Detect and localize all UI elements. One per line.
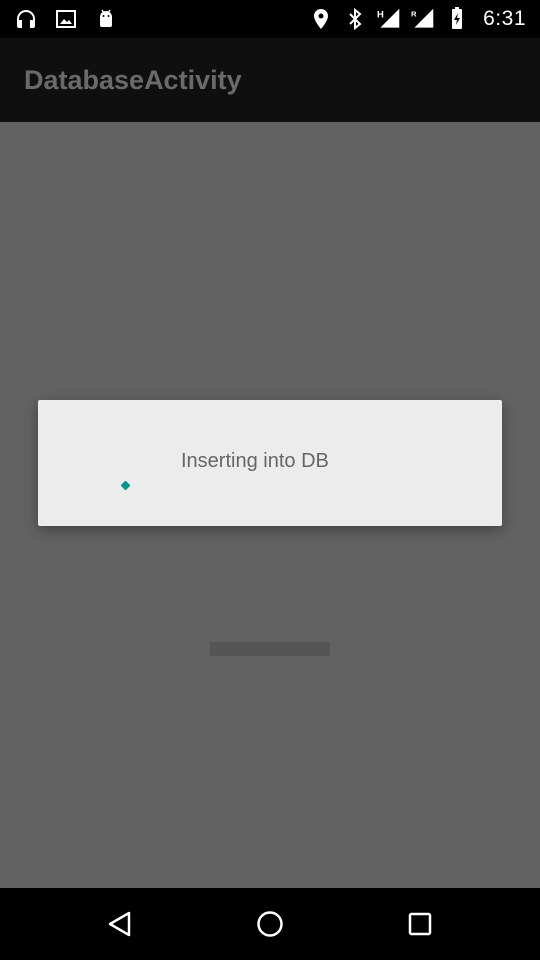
app-bar: DatabaseActivity bbox=[0, 38, 540, 122]
recents-icon bbox=[408, 912, 432, 936]
background-button bbox=[210, 642, 330, 656]
headphones-icon bbox=[17, 10, 35, 28]
roaming-label: R bbox=[411, 9, 417, 18]
signal-icon: H bbox=[377, 8, 400, 28]
network-type-label: H bbox=[377, 8, 384, 19]
recents-button[interactable] bbox=[398, 902, 442, 946]
status-right-icons: H R 6:31 bbox=[309, 0, 526, 38]
status-left-icons bbox=[14, 0, 118, 38]
dialog-message: Inserting into DB bbox=[181, 450, 329, 472]
location-icon bbox=[314, 9, 329, 29]
status-time: 6:31 bbox=[483, 7, 526, 30]
progress-spinner-icon bbox=[120, 480, 131, 491]
home-icon bbox=[257, 911, 283, 937]
image-icon bbox=[56, 10, 76, 28]
battery-charging-icon bbox=[452, 7, 463, 29]
back-icon bbox=[108, 911, 131, 937]
status-bar: H R 6:31 bbox=[0, 0, 540, 38]
roaming-signal-icon: R bbox=[411, 8, 434, 28]
home-button[interactable] bbox=[248, 902, 292, 946]
bluetooth-icon bbox=[349, 7, 362, 31]
android-icon bbox=[100, 9, 112, 27]
navigation-bar bbox=[0, 888, 540, 960]
back-button[interactable] bbox=[98, 902, 142, 946]
app-title: DatabaseActivity bbox=[24, 64, 242, 95]
screen: H R 6:31 DatabaseActivity Inserting into… bbox=[0, 0, 540, 960]
progress-dialog: Inserting into DB bbox=[38, 400, 502, 526]
